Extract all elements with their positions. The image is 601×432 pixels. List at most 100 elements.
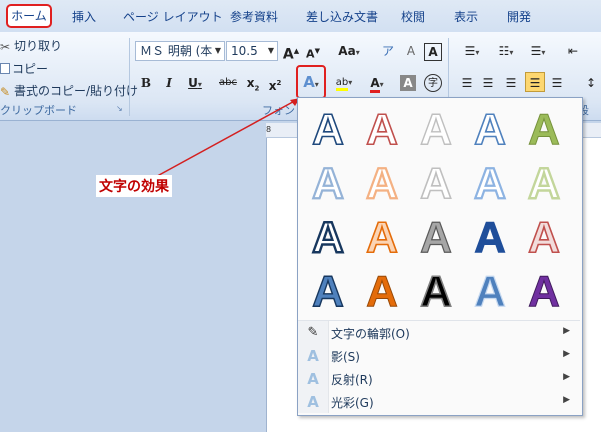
tab-home[interactable]: ホーム [6,4,52,28]
strikethrough-button[interactable]: abc [216,73,240,93]
text-effect-glyph: A [366,105,398,154]
bold-glyph: B [140,76,152,90]
menu-item-reflection[interactable]: A 反射(R) ▶ [298,368,580,390]
text-effect-style-10[interactable]: A [522,158,566,209]
copy-button[interactable]: コピー [0,60,48,77]
text-effect-style-2[interactable]: A [360,104,404,155]
text-effect-style-14[interactable]: A [468,212,512,263]
superscript-button[interactable]: x2 [266,73,284,93]
chevron-right-icon: ▶ [563,349,570,359]
text-effect-style-6[interactable]: A [306,158,350,209]
text-effect-style-4[interactable]: A [468,104,512,155]
text-effect-style-20[interactable]: A [522,266,566,317]
text-effect-style-13[interactable]: A [414,212,458,262]
character-shading-button[interactable]: A [400,75,416,91]
clipboard-group-label: クリップボード [0,104,77,117]
decrease-indent-button[interactable]: ⇤ [564,41,582,61]
text-effect-style-15[interactable]: A [522,212,566,263]
menu-item-outline[interactable]: ✎ 文字の輪郭(O) ▶ [298,322,580,344]
text-effect-style-16[interactable]: A [306,266,350,316]
line-spacing-button[interactable]: ↕ [582,73,600,93]
format-painter-button[interactable]: ✎ 書式のコピー/貼り付け [0,82,138,99]
text-effect-glyph: A [420,267,452,316]
text-effect-preview-icon: A [474,213,507,263]
text-effect-preview-icon: A [365,212,398,263]
menu-item-glow[interactable]: A 光彩(G) ▶ [298,391,580,413]
text-effect-style-19[interactable]: A [468,266,512,316]
text-effect-style-3[interactable]: A [414,104,458,154]
font-size-value: 10.5 [231,44,258,58]
text-effect-glyph: A [528,159,560,208]
clipboard-dialog-launcher-icon[interactable]: ↘ [116,104,123,113]
shrink-font-glyph: A [306,47,315,61]
text-effect-style-12[interactable]: A [360,212,404,263]
grow-font-button[interactable]: A▲ [282,41,300,63]
text-effect-style-1[interactable]: A [306,104,350,155]
text-effect-preview-icon: A [311,104,344,155]
text-effect-preview-icon: A [419,104,452,154]
text-effect-style-8[interactable]: A [414,158,458,209]
text-effect-preview-icon: A [365,158,399,209]
text-effect-glyph: A [312,105,344,154]
subscript-button[interactable]: x2 [244,73,262,93]
tab-review[interactable]: 校閲 [401,8,425,25]
align-left-icon: ☰ [461,76,473,90]
phonetic-guide-button[interactable]: ア [378,41,398,61]
text-effect-style-7[interactable]: A [360,158,404,209]
text-effect-glyph: A [312,213,344,262]
text-effect-glyph: A [366,267,398,316]
text-effect-glyph: A [366,213,398,262]
numbering-button[interactable]: ☷▾ [490,41,522,61]
bullets-button[interactable]: ☰▾ [456,41,488,61]
font-color-button[interactable]: A▾ [364,73,390,93]
multilevel-list-icon: ☰ [530,44,542,58]
align-left-button[interactable]: ☰ [458,73,476,93]
text-effect-style-11[interactable]: A [306,212,350,263]
text-effect-glyph: A [312,159,344,208]
tab-mailings[interactable]: 差し込み文書 [306,8,378,25]
text-effect-highlight [296,65,326,99]
strikethrough-glyph: abc [219,77,237,88]
text-effect-style-9[interactable]: A [468,158,512,209]
change-case-button[interactable]: Aa▾ [336,41,362,61]
text-effect-glyph: A [474,105,506,154]
multilevel-list-button[interactable]: ☰▾ [524,41,552,61]
text-effect-style-18[interactable]: A [414,266,458,317]
text-effect-glyph: A [474,159,506,208]
highlight-button[interactable]: ab▾ [330,73,358,93]
decrease-indent-icon: ⇤ [567,44,579,58]
text-effect-gallery[interactable]: AAAAAAAAAAAAAAAAAAAA ✎ 文字の輪郭(O) ▶ A 影(S)… [297,97,583,416]
font-size-combo[interactable]: 10.5 ▼ [226,41,278,61]
cut-button[interactable]: ✂ 切り取り [0,37,62,54]
tab-references[interactable]: 参考資料 [230,8,278,25]
text-effect-style-5[interactable]: A [522,104,566,155]
text-effect-preview-icon: A [474,266,507,316]
shrink-font-button[interactable]: A▼ [304,41,322,61]
font-name-combo[interactable]: ＭＳ 明朝 (本 ▼ [135,41,225,61]
tab-developer[interactable]: 開発 [507,8,531,25]
text-effect-style-17[interactable]: A [360,266,404,317]
align-center-button[interactable]: ☰ [479,73,497,93]
clear-formatting-button[interactable]: A [402,41,420,61]
underline-button[interactable]: U▾ [183,73,207,93]
bold-button[interactable]: B [137,73,155,93]
tab-insert[interactable]: 挿入 [72,8,96,25]
group-divider [129,38,130,116]
italic-button[interactable]: I [160,73,178,93]
enclose-characters-button[interactable]: 字 [424,74,442,92]
text-effect-preview-icon: A [527,158,561,209]
distributed-button[interactable]: ☰ [548,73,566,93]
outline-pen-icon: ✎ [307,325,319,340]
menu-item-shadow[interactable]: A 影(S) ▶ [298,345,580,367]
text-effect-glyph: A [474,213,506,262]
justify-button[interactable]: ☰ [525,72,545,92]
tab-view[interactable]: 表示 [454,8,478,25]
tab-page-layout[interactable]: ページ レイアウト [123,8,223,25]
gallery-divider [298,320,580,321]
text-effect-preview-icon: A [365,104,398,155]
character-border-button[interactable]: A [424,43,442,61]
text-effect-preview-icon: A [311,158,345,209]
menu-item-glow-label: 光彩(G) [331,396,374,410]
align-right-button[interactable]: ☰ [502,73,520,93]
text-effect-glyph: A [420,213,452,262]
